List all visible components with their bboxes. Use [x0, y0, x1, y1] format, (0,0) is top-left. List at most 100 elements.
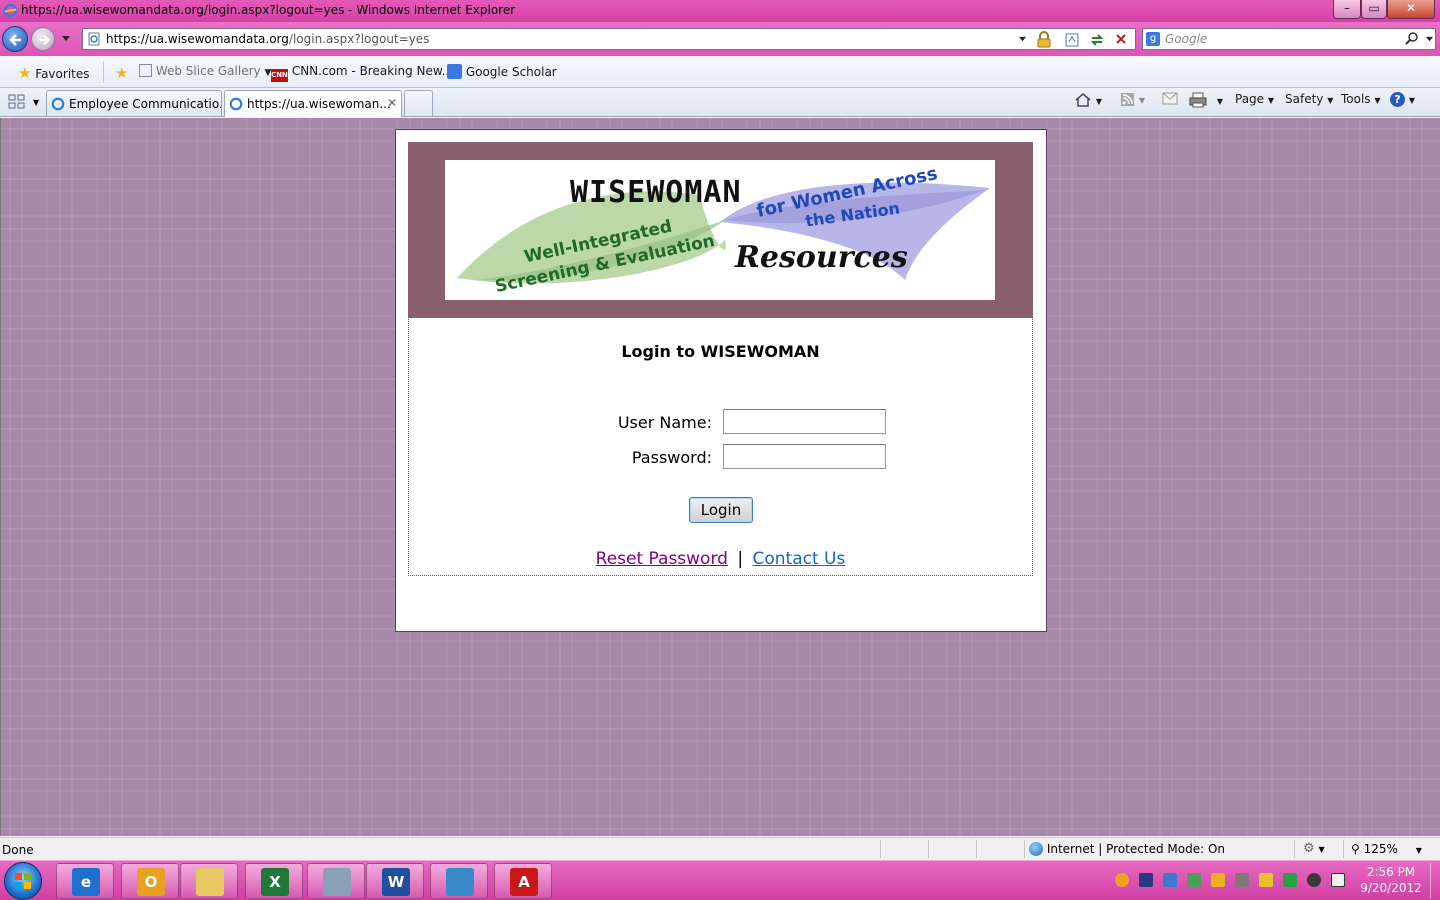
ie-page-icon — [229, 97, 243, 111]
address-url[interactable]: https://ua.wisewomandata.org/login.aspx?… — [106, 32, 429, 46]
add-to-favorites-bar-button[interactable]: ★ — [115, 64, 128, 82]
system-clock[interactable]: 2:56 PM 9/20/2012 — [1352, 864, 1430, 896]
search-options-dropdown-icon[interactable] — [1425, 36, 1434, 43]
home-button[interactable]: ▼ — [1074, 92, 1102, 111]
address-dropdown-icon[interactable] — [1018, 36, 1027, 43]
chevron-down-icon: ▼ — [1095, 97, 1102, 106]
lock-icon[interactable] — [1036, 31, 1052, 48]
zoom-icon: ⚲ — [1351, 842, 1360, 856]
show-desktop-button[interactable] — [1430, 863, 1440, 899]
password-input[interactable] — [723, 444, 886, 469]
taskbar-windows-explorer[interactable] — [180, 863, 238, 899]
printer-icon — [1189, 92, 1207, 108]
rss-icon — [1121, 93, 1134, 106]
compatibility-view-icon[interactable] — [1064, 32, 1080, 48]
print-button[interactable]: ▼ — [1189, 92, 1223, 111]
volume-icon[interactable] — [1307, 873, 1321, 887]
favorite-label: CNN.com - Breaking New... — [291, 64, 454, 78]
window-title: https://ua.wisewomandata.org/login.aspx?… — [21, 3, 516, 17]
zoom-button[interactable]: ⚲ 125% ▼ — [1351, 842, 1422, 856]
back-button[interactable] — [2, 26, 28, 52]
clock-date: 9/20/2012 — [1360, 881, 1422, 895]
tab-employee-communications[interactable]: Employee Communicatio... — [46, 90, 222, 116]
taskbar-internet-explorer[interactable]: e — [56, 863, 114, 899]
separator — [1294, 840, 1295, 858]
recent-pages-dropdown-icon[interactable] — [61, 35, 71, 43]
window-title-bar[interactable]: https://ua.wisewomandata.org/login.aspx?… — [0, 0, 1440, 22]
cnn-icon: CNN — [271, 69, 288, 82]
tray-sync-icon[interactable] — [1187, 873, 1201, 887]
logo-subtitle: Resources — [735, 240, 908, 275]
separator — [103, 61, 104, 83]
favorite-google-scholar[interactable]: Google Scholar — [447, 64, 557, 79]
favorite-label: Google Scholar — [465, 65, 557, 79]
new-tab-button[interactable] — [404, 90, 433, 116]
refresh-icon[interactable] — [1089, 32, 1105, 48]
help-button[interactable]: ? ▼ — [1390, 92, 1415, 107]
safety-menu-label: Safety — [1285, 92, 1324, 106]
favorites-label: Favorites — [35, 67, 90, 81]
outlook-icon: O — [137, 868, 165, 896]
calculator-icon — [323, 868, 351, 896]
tray-connection-icon[interactable] — [1283, 873, 1297, 887]
pop-up-blocker-button[interactable]: ⚙ ▼ — [1303, 841, 1325, 856]
security-zone[interactable]: Internet | Protected Mode: On — [1029, 842, 1225, 856]
chevron-down-icon: ▼ — [1374, 96, 1381, 105]
separator — [928, 840, 929, 858]
page-menu[interactable]: Page ▼ — [1235, 92, 1274, 106]
taskbar-adobe-reader[interactable]: A — [494, 863, 552, 899]
login-button[interactable]: Login — [689, 497, 753, 523]
feeds-button[interactable]: ▼ — [1120, 92, 1145, 110]
tools-menu-label: Tools — [1341, 92, 1371, 106]
taskbar-remote-desktop[interactable] — [430, 863, 488, 899]
tray-network-tool-icon[interactable] — [1235, 873, 1249, 887]
taskbar-outlook[interactable]: O — [121, 863, 179, 899]
favorite-web-slice-gallery[interactable]: Web Slice Gallery ▼ — [139, 64, 271, 78]
page-menu-label: Page — [1235, 92, 1265, 106]
tools-menu[interactable]: Tools ▼ — [1341, 92, 1381, 106]
favorites-bar: ★ Favorites ★ Web Slice Gallery ▼ CNN CN… — [0, 56, 1440, 88]
username-input[interactable] — [723, 409, 886, 434]
start-button[interactable] — [4, 862, 42, 900]
close-tab-icon[interactable]: ✕ — [387, 96, 397, 110]
tray-communicator-icon[interactable] — [1163, 873, 1177, 887]
tab-wisewoman-login[interactable]: https://ua.wisewoman... ✕ — [224, 90, 402, 117]
forward-button[interactable] — [31, 27, 55, 51]
safety-menu[interactable]: Safety ▼ — [1285, 92, 1333, 106]
internet-explorer-icon: e — [72, 868, 100, 896]
search-box[interactable]: g Google — [1142, 28, 1436, 50]
adobe-reader-icon: A — [510, 868, 538, 896]
read-mail-button[interactable] — [1162, 92, 1178, 108]
search-input[interactable]: Google — [1165, 32, 1207, 46]
search-icon[interactable] — [1405, 32, 1419, 46]
tray-outlook-icon[interactable] — [1211, 873, 1225, 887]
remote-desktop-icon — [446, 868, 474, 896]
network-icon[interactable] — [1331, 873, 1345, 887]
taskbar: e O X W A 2:56 PM 9/20/2012 — [0, 860, 1440, 900]
stop-icon[interactable] — [1114, 32, 1128, 46]
maximize-button[interactable]: ▭ — [1361, 0, 1387, 19]
taskbar-calculator[interactable] — [307, 863, 365, 899]
wisewoman-logo: WISEWOMAN Well-Integrated Screening & Ev… — [445, 160, 995, 300]
login-title: Login to WISEWOMAN — [621, 342, 820, 361]
tab-list-dropdown-icon[interactable]: ▼ — [33, 98, 39, 107]
reset-password-link[interactable]: Reset Password — [596, 549, 728, 569]
tray-security-icon[interactable] — [1259, 873, 1273, 887]
close-button[interactable]: ✕ — [1387, 0, 1435, 19]
quick-tabs-icon[interactable] — [8, 94, 26, 113]
tray-onenote-icon[interactable] — [1139, 873, 1153, 887]
ie-page-icon — [51, 97, 65, 111]
taskbar-word[interactable]: W — [366, 863, 424, 899]
username-label: User Name: — [617, 413, 712, 432]
page-icon — [88, 32, 100, 46]
favorites-button[interactable]: ★ Favorites — [18, 64, 90, 82]
contact-us-link[interactable]: Contact Us — [753, 549, 846, 569]
link-separator: | — [737, 549, 744, 569]
minimize-button[interactable]: – — [1333, 0, 1361, 19]
help-icon: ? — [1390, 92, 1405, 107]
address-bar[interactable]: https://ua.wisewomandata.org/login.aspx?… — [82, 28, 1136, 50]
favorite-cnn[interactable]: CNN CNN.com - Breaking New... — [271, 64, 453, 82]
taskbar-excel[interactable]: X — [245, 863, 303, 899]
tray-update-icon[interactable] — [1115, 873, 1129, 887]
security-zone-text: Internet | Protected Mode: On — [1046, 842, 1225, 856]
